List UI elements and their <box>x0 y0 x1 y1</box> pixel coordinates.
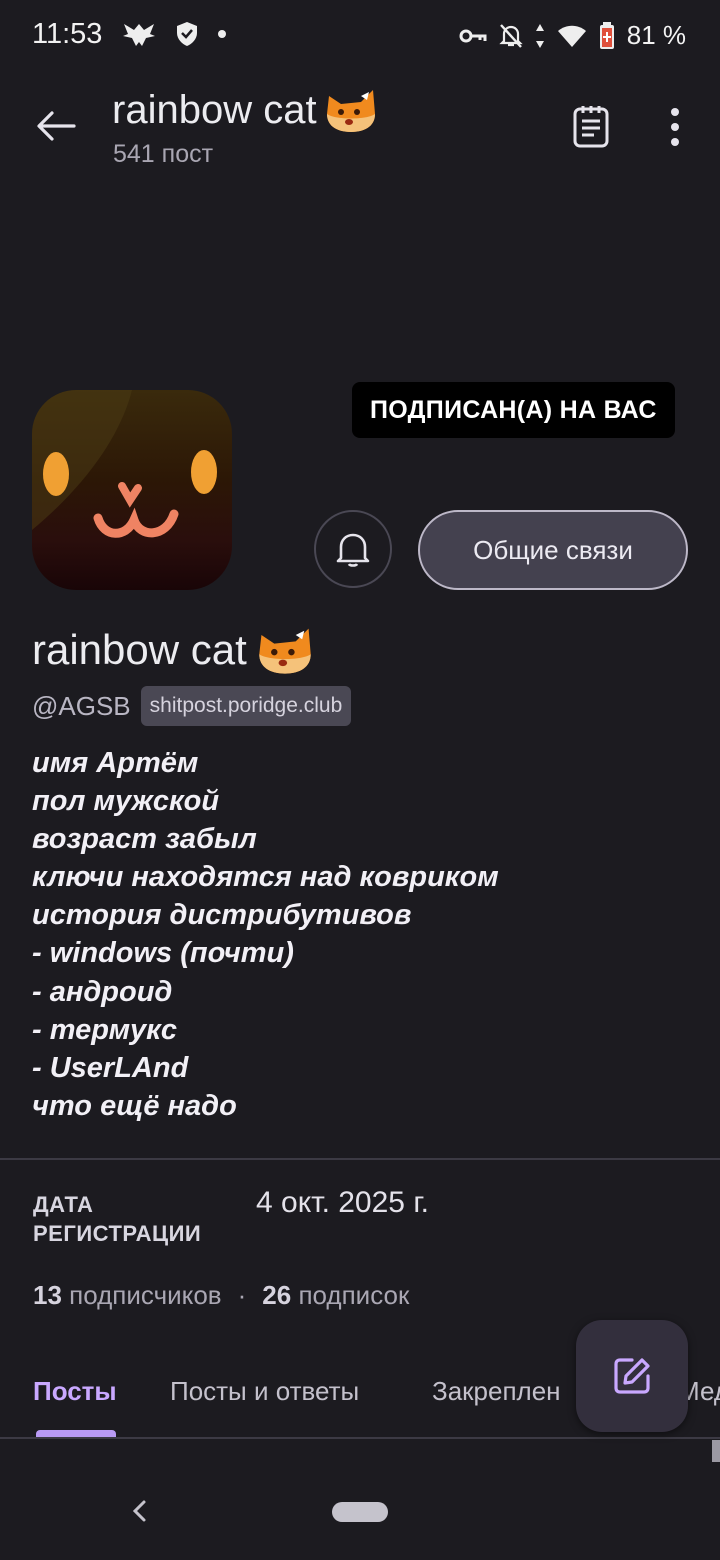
follows-you-badge: ПОДПИСАН(А) НА ВАС <box>352 382 675 438</box>
registration-label-line: РЕГИСТРАЦИИ <box>33 1221 202 1246</box>
data-arrows-icon <box>535 23 544 48</box>
instance-badge[interactable]: shitpost.poridge.club <box>140 686 352 726</box>
followers-label: подписчиков <box>69 1280 222 1310</box>
page-title: rainbow cat <box>112 86 379 134</box>
display-name: rainbow cat <box>32 624 315 676</box>
bio-line: - windows (почти) <box>32 937 294 970</box>
wifi-icon <box>557 25 586 47</box>
system-home-pill[interactable] <box>332 1502 388 1522</box>
display-name-text: rainbow cat <box>32 626 247 673</box>
nav-back-icon <box>132 1500 146 1522</box>
status-left-icons <box>122 20 226 48</box>
notify-bell-button[interactable] <box>314 510 392 588</box>
followers-count: 13 <box>33 1280 62 1310</box>
bio-line: возраст забыл <box>32 823 257 856</box>
cat-face-avatar-image <box>32 390 217 538</box>
bio-line: что ещё надо <box>32 1089 237 1122</box>
battery-percent: 81 % <box>626 20 686 50</box>
status-right-icons: 81 % <box>459 20 686 51</box>
notes-icon <box>573 106 609 148</box>
avatar[interactable] <box>32 390 232 590</box>
more-vert-icon-dot <box>671 123 679 131</box>
notes-button[interactable] <box>570 104 614 150</box>
bio-line: - UserLAnd <box>32 1051 189 1084</box>
bio: имя Артём пол мужской возраст забыл ключ… <box>32 744 499 1125</box>
more-vert-icon-dot <box>671 138 679 146</box>
tab-pinned[interactable]: Закреплен <box>432 1376 561 1407</box>
tab-posts[interactable]: Посты <box>33 1376 117 1407</box>
bio-line: пол мужской <box>32 785 220 818</box>
divider <box>0 1158 720 1160</box>
bio-line: - андроид <box>32 975 173 1008</box>
status-time: 11:53 <box>32 18 103 50</box>
shield-icon <box>177 22 197 46</box>
handle-row: @AGSB shitpost.poridge.club <box>32 686 352 726</box>
back-arrow-icon <box>37 111 76 141</box>
system-back-button[interactable] <box>128 1496 152 1526</box>
follow-counts: 13 подписчиков · 26 подписок <box>33 1280 409 1311</box>
registration-date: 4 окт. 2025 г. <box>256 1186 429 1219</box>
dot-icon <box>218 30 226 38</box>
user-handle: @AGSB <box>32 690 131 721</box>
vpn-key-icon <box>459 29 487 42</box>
bio-line: - термукс <box>32 1013 177 1046</box>
post-count: 541 пост <box>113 140 214 168</box>
bio-line: история дистрибутивов <box>32 899 412 932</box>
more-vert-icon-dot <box>671 108 679 116</box>
more-options-button[interactable] <box>660 104 690 150</box>
page-title-text: rainbow cat <box>112 87 317 132</box>
following-label: подписок <box>298 1280 410 1310</box>
scrollbar[interactable] <box>712 1440 720 1462</box>
compose-button[interactable] <box>576 1320 688 1432</box>
back-button[interactable] <box>30 100 82 152</box>
registration-label-line: ДАТА <box>33 1192 94 1217</box>
tab-posts-and-replies[interactable]: Посты и ответы <box>170 1376 359 1407</box>
mutuals-button[interactable]: Общие связи <box>418 510 688 590</box>
registration-label: ДАТА РЕГИСТРАЦИИ <box>33 1190 201 1248</box>
notifications-off-icon <box>499 23 523 48</box>
following-link[interactable]: 26 подписок <box>262 1280 409 1311</box>
compose-icon <box>614 1358 650 1394</box>
bio-line: имя Артём <box>32 747 199 779</box>
tabs-divider <box>0 1437 720 1439</box>
bio-line: ключи находятся над ковриком <box>32 861 499 894</box>
eagle-icon <box>123 24 155 46</box>
fox-emoji-icon <box>326 90 375 132</box>
battery-icon <box>599 21 614 49</box>
separator-dot: · <box>237 1280 247 1310</box>
bell-icon <box>336 533 370 567</box>
following-count: 26 <box>262 1280 292 1310</box>
fox-emoji-icon <box>259 628 311 674</box>
followers-link[interactable]: 13 подписчиков <box>33 1280 222 1311</box>
